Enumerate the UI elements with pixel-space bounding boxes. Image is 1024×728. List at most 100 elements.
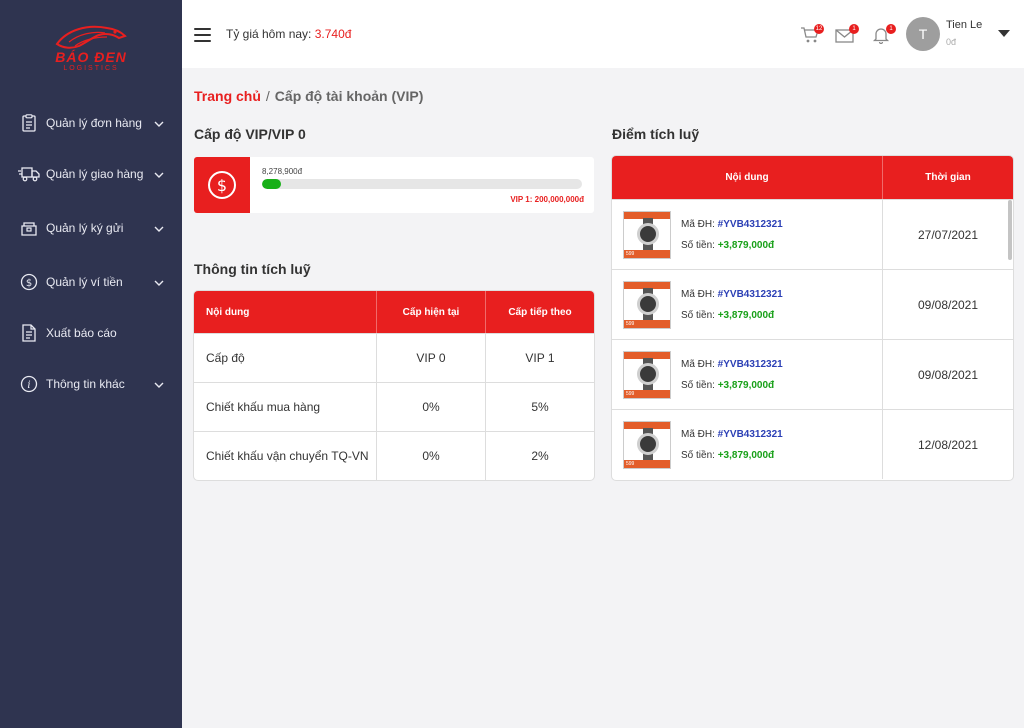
sidebar-item-label: Thông tin khác [46,377,125,391]
table-cell: 599 Mã ĐH: #YVB4312321 Số tiền: +3,879,0… [612,340,882,409]
table-cell: 599 Mã ĐH: #YVB4312321 Số tiền: +3,879,0… [612,200,882,269]
points-title: Điểm tích luỹ [612,126,700,142]
amount-value: +3,879,000đ [717,309,775,321]
date-cell: 09/08/2021 [882,270,1013,339]
table-cell: 0% [376,432,485,480]
sidebar-item-other-info[interactable]: i Thông tin khác [0,364,182,404]
table-scrollbar[interactable] [1008,200,1012,260]
order-info: Mã ĐH: #YVB4312321 Số tiền: +3,879,000đ [681,359,783,391]
report-export-icon [16,324,42,342]
amount-label: Số tiền: [681,239,718,251]
product-thumbnail[interactable]: 599 [623,210,671,259]
logo-brand-text: BÁO ĐEN [55,49,127,65]
notification-button[interactable]: 1 [872,24,896,45]
exchange-rate-value: 3.740đ [314,27,352,41]
vip-progress-fill [262,179,282,189]
package-icon [16,220,42,236]
sidebar-item-consignment[interactable]: Quản lý ký gửi [0,208,182,248]
vip-progress-card: $ 8,278,900đ VIP 1: 200,000,000đ [194,157,594,213]
order-code-link[interactable]: #YVB4312321 [718,359,783,370]
date-cell: 12/08/2021 [882,410,1013,479]
amount-value: +3,879,000đ [717,379,775,391]
sidebar-item-wallet[interactable]: $ Quản lý ví tiền [0,262,182,302]
sidebar-item-label: Quản lý ký gửi [46,221,124,235]
order-info: Mã ĐH: #YVB4312321 Số tiền: +3,879,000đ [681,219,783,251]
table-header-cell: Nội dung [725,172,769,183]
order-info: Mã ĐH: #YVB4312321 Số tiền: +3,879,000đ [681,429,783,461]
table-cell: 0% [376,383,485,431]
product-thumbnail[interactable]: 599 [623,350,671,399]
breadcrumb-current: Cấp độ tài khoản (VIP) [274,88,424,104]
table-cell: 2% [485,432,594,480]
table-row: 599 Mã ĐH: #YVB4312321 Số tiền: +3,879,0… [612,199,1013,269]
table-header-cell: Thời gian [882,156,1013,199]
table-header-row: Nội dung Thời gian [612,156,1013,199]
breadcrumb-home-link[interactable]: Trang chủ [194,88,261,104]
user-balance: 0đ [946,37,957,47]
svg-text:$: $ [217,176,227,195]
user-name[interactable]: Tien Le [946,19,982,31]
cart-button[interactable]: 12 [800,24,824,44]
vip-card-icon-box: $ [194,157,250,213]
clipboard-icon [16,114,42,132]
breadcrumb-separator: / [265,88,270,104]
date-cell: 09/08/2021 [882,340,1013,409]
amount-label: Số tiền: [681,449,718,461]
vip-progress-bar [262,179,582,189]
table-cell: Cấp độ [206,351,245,365]
order-code-link[interactable]: #YVB4312321 [718,219,783,230]
amount-value: +3,879,000đ [717,239,775,251]
vip-level-title: Cấp độ VIP/VIP 0 [194,126,306,142]
dollar-circle-icon: $ [208,171,236,199]
order-code-link[interactable]: #YVB4312321 [718,289,783,300]
exchange-rate-label: Tỷ giá hôm nay: [226,27,315,41]
vip-current-amount: 8,278,900đ [262,167,303,176]
logo[interactable]: BÁO ĐEN LOGISTICS [50,22,132,78]
amount-value: +3,879,000đ [717,449,775,461]
table-header-cell: Nội dung [206,306,250,318]
chevron-down-icon [154,221,164,235]
product-thumbnail[interactable]: 599 [623,420,671,469]
order-code-link[interactable]: #YVB4312321 [718,429,783,440]
info-icon: i [16,375,42,393]
table-cell: 599 Mã ĐH: #YVB4312321 Số tiền: +3,879,0… [612,410,882,479]
table-cell: VIP 1 [485,334,594,382]
panther-logo-icon [55,25,127,49]
chevron-down-icon [154,377,164,391]
amount-label: Số tiền: [681,309,718,321]
table-cell: 5% [485,383,594,431]
mail-button[interactable]: 1 [835,24,859,44]
order-label: Mã ĐH: [681,218,718,230]
sidebar-item-export-report[interactable]: Xuất báo cáo [0,313,182,353]
user-dropdown-caret-icon[interactable] [998,30,1010,37]
order-label: Mã ĐH: [681,428,718,440]
chevron-down-icon [154,116,164,130]
table-cell: Chiết khấu vận chuyển TQ-VN [206,449,369,463]
product-thumbnail[interactable]: 599 [623,280,671,329]
truck-icon [16,166,42,182]
table-row: Chiết khấu vận chuyển TQ-VN 0% 2% [194,431,594,480]
table-header-cell: Cấp tiếp theo [485,291,594,333]
sidebar-item-label: Xuất báo cáo [46,326,117,340]
sidebar-item-delivery[interactable]: Quản lý giao hàng [0,154,182,194]
avatar[interactable]: T [906,17,940,51]
table-row: Chiết khấu mua hàng 0% 5% [194,382,594,431]
accum-info-title: Thông tin tích luỹ [194,261,311,277]
accum-info-table: Nội dung Cấp hiện tại Cấp tiếp theo Cấp … [193,290,595,481]
table-cell: Chiết khấu mua hàng [206,400,321,414]
date-cell: 27/07/2021 [882,200,1013,269]
sidebar: BÁO ĐEN LOGISTICS Quản lý đơn hàng Quản … [0,0,182,728]
top-header: Tỷ giá hôm nay: 3.740đ 12 1 1 T Tien Le … [182,0,1024,68]
sidebar-item-orders[interactable]: Quản lý đơn hàng [0,103,182,143]
table-row: 599 Mã ĐH: #YVB4312321 Số tiền: +3,879,0… [612,339,1013,409]
hamburger-menu-icon[interactable] [194,28,211,42]
logo-sub-text: LOGISTICS [63,65,119,72]
points-table: Nội dung Thời gian 599 Mã ĐH: #YVB431232… [611,155,1014,481]
breadcrumb: Trang chủ / Cấp độ tài khoản (VIP) [194,88,423,104]
chevron-down-icon [154,167,164,181]
amount-label: Số tiền: [681,379,718,391]
svg-text:i: i [27,380,30,391]
order-label: Mã ĐH: [681,288,718,300]
table-cell: VIP 0 [376,334,485,382]
table-row: Cấp độ VIP 0 VIP 1 [194,333,594,382]
